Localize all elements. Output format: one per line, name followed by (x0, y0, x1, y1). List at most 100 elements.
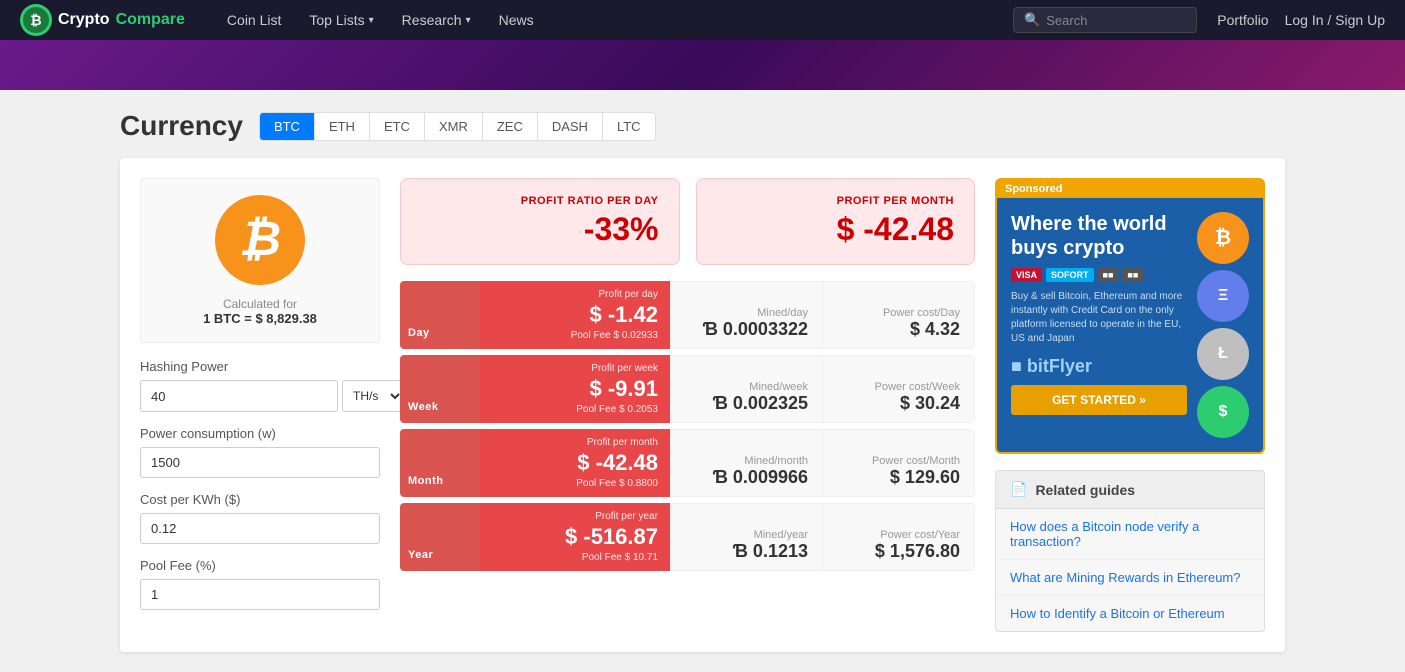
profit-cell-value: $ -9.91 (492, 376, 658, 402)
guide-link-2[interactable]: How to Identify a Bitcoin or Ethereum (996, 596, 1264, 631)
ad-cta-button[interactable]: GET STARTED » (1011, 385, 1187, 415)
power-value: $ 4.32 (837, 319, 960, 340)
top-lists-chevron-icon: ▾ (369, 15, 374, 26)
mined-label: Mined/month (685, 455, 808, 467)
related-guides-icon: 📄 (1010, 481, 1027, 498)
power-label: Power cost/Year (837, 529, 960, 541)
login-link[interactable]: Log In / Sign Up (1285, 12, 1385, 28)
navbar: ₿ CryptoCompare Coin List Top Lists ▾ Re… (0, 0, 1405, 40)
period-cell-day: Day (400, 281, 480, 349)
ad-icon-col: ₿ Ξ Ł $ (1197, 212, 1249, 438)
profit-cell-label: Profit per month (492, 437, 658, 448)
cost-per-kwh-input[interactable] (140, 513, 380, 544)
ad-body: Where the world buys crypto VISA SOFORT … (997, 198, 1263, 452)
calculated-for-label: Calculated for (223, 297, 297, 311)
tab-zec[interactable]: ZEC (483, 113, 538, 140)
profit-cell-label: Profit per day (492, 289, 658, 300)
profit-month-value: $ -42.48 (717, 211, 955, 248)
page-title: Currency (120, 110, 243, 142)
power-cell-week: Power cost/Week $ 30.24 (823, 355, 975, 423)
power-label: Power cost/Day (837, 307, 960, 319)
mined-label: Mined/day (685, 307, 808, 319)
search-box[interactable]: 🔍 (1013, 7, 1197, 33)
profit-month-card: PROFIT PER MONTH $ -42.48 (696, 178, 976, 265)
brand-logo-link[interactable]: ₿ CryptoCompare (20, 4, 185, 36)
svg-text:₿: ₿ (30, 12, 41, 28)
tab-ltc[interactable]: LTC (603, 113, 655, 140)
btc-icon: ₿ (215, 195, 305, 285)
tab-etc[interactable]: ETC (370, 113, 425, 140)
btc-symbol: ₿ (239, 216, 281, 264)
power-consumption-section: Power consumption (w) (140, 426, 380, 478)
power-cell-day: Power cost/Day $ 4.32 (823, 281, 975, 349)
profit-cell-value: $ -1.42 (492, 302, 658, 328)
profit-cell-week: Profit per week $ -9.91 Pool Fee $ 0.205… (480, 355, 670, 423)
guide-link-1[interactable]: What are Mining Rewards in Ethereum? (996, 560, 1264, 596)
other-badge1: ■■ (1098, 268, 1119, 282)
ad-green-icon: $ (1197, 386, 1249, 438)
hashing-power-input[interactable] (140, 380, 338, 412)
mined-value: Ɓ 0.002325 (685, 393, 808, 414)
power-value: $ 129.60 (837, 467, 960, 488)
power-cell-month: Power cost/Month $ 129.60 (823, 429, 975, 497)
nav-news[interactable]: News (487, 4, 546, 36)
mined-cell-day: Mined/day Ɓ 0.0003322 (670, 281, 823, 349)
nav-links: Coin List Top Lists ▾ Research ▾ News (215, 4, 1003, 36)
pool-fee-label: Pool Fee (%) (140, 558, 380, 573)
profit-ratio-label: PROFIT RATIO PER DAY (421, 195, 659, 207)
period-label: Day (408, 327, 430, 339)
power-label: Power cost/Week (837, 381, 960, 393)
ad-text-block: Where the world buys crypto VISA SOFORT … (1011, 212, 1187, 438)
power-consumption-input[interactable] (140, 447, 380, 478)
ad-sponsored-label: Sponsored (997, 180, 1263, 198)
hashing-power-unit-select[interactable]: TH/s GH/s MH/s (342, 380, 404, 412)
pool-fee-section: Pool Fee (%) (140, 558, 380, 610)
mined-value: Ɓ 0.009966 (685, 467, 808, 488)
ad-eth-icon: Ξ (1197, 270, 1249, 322)
related-guides-title: Related guides (1035, 482, 1135, 498)
cost-per-kwh-label: Cost per KWh ($) (140, 492, 380, 507)
pool-fee-input[interactable] (140, 579, 380, 610)
hashing-power-row: TH/s GH/s MH/s (140, 380, 380, 412)
nav-coin-list[interactable]: Coin List (215, 4, 293, 36)
ad-payment-icons: VISA SOFORT ■■ ■■ (1011, 268, 1187, 282)
tab-dash[interactable]: DASH (538, 113, 603, 140)
ad-btc-icon: ₿ (1197, 212, 1249, 264)
profit-ratio-value: -33% (421, 211, 659, 248)
profit-month-label: PROFIT PER MONTH (717, 195, 955, 207)
ad-ltc-icon: Ł (1197, 328, 1249, 380)
period-cell-year: Year (400, 503, 480, 571)
hashing-power-section: Hashing Power TH/s GH/s MH/s (140, 359, 380, 412)
profit-cell-year: Profit per year $ -516.87 Pool Fee $ 10.… (480, 503, 670, 571)
search-icon: 🔍 (1024, 12, 1040, 28)
portfolio-link[interactable]: Portfolio (1217, 12, 1268, 28)
ad-logo-row: ■ bitFlyer (1011, 356, 1187, 377)
period-label: Month (408, 475, 443, 487)
mined-value: Ɓ 0.0003322 (685, 319, 808, 340)
profit-ratio-card: PROFIT RATIO PER DAY -33% (400, 178, 680, 265)
nav-top-lists[interactable]: Top Lists ▾ (297, 4, 385, 36)
mined-cell-year: Mined/year Ɓ 0.1213 (670, 503, 823, 571)
tab-eth[interactable]: ETH (315, 113, 370, 140)
related-guides-box: 📄 Related guides How does a Bitcoin node… (995, 470, 1265, 632)
guide-link-0[interactable]: How does a Bitcoin node verify a transac… (996, 509, 1264, 560)
tab-btc[interactable]: BTC (260, 113, 315, 140)
profit-summary: PROFIT RATIO PER DAY -33% PROFIT PER MON… (400, 178, 975, 265)
search-input[interactable] (1046, 13, 1186, 28)
power-consumption-label: Power consumption (w) (140, 426, 380, 441)
power-cell-year: Power cost/Year $ 1,576.80 (823, 503, 975, 571)
tab-xmr[interactable]: XMR (425, 113, 483, 140)
profit-cell-fee: Pool Fee $ 0.02933 (492, 330, 658, 341)
mined-cell-week: Mined/week Ɓ 0.002325 (670, 355, 823, 423)
currency-header: Currency BTC ETH ETC XMR ZEC DASH LTC (120, 110, 1285, 142)
ad-box: Sponsored Where the world buys crypto VI… (995, 178, 1265, 454)
nav-research[interactable]: Research ▾ (390, 4, 483, 36)
period-cell-week: Week (400, 355, 480, 423)
profit-cell-label: Profit per week (492, 363, 658, 374)
period-label: Year (408, 549, 433, 561)
banner (0, 40, 1405, 90)
mined-value: Ɓ 0.1213 (685, 541, 808, 562)
cost-per-kwh-section: Cost per KWh ($) (140, 492, 380, 544)
nav-right: Portfolio Log In / Sign Up (1217, 12, 1385, 28)
profit-cell-label: Profit per year (492, 511, 658, 522)
